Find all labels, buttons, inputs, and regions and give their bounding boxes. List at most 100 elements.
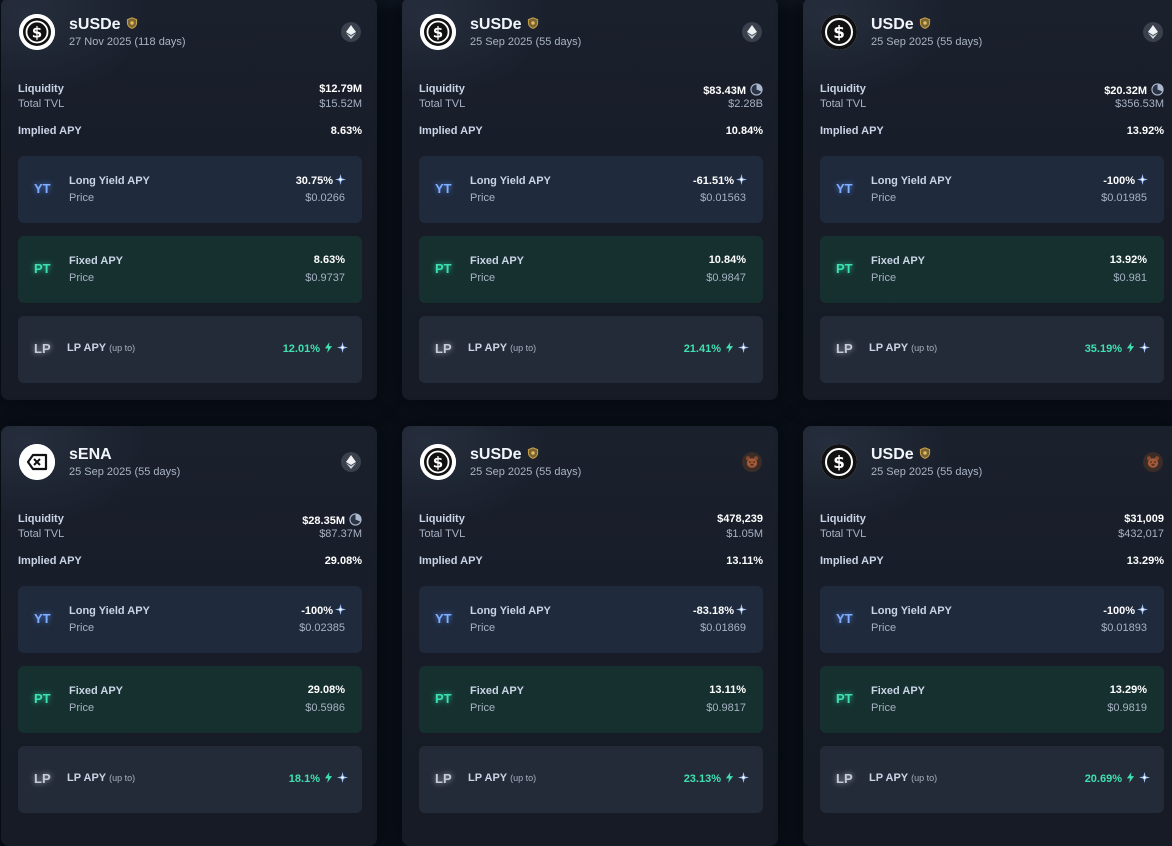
total-tvl-value: $356.53M [1115,98,1164,110]
bolt-icon [1126,342,1135,356]
svg-text:$: $ [833,453,845,473]
implied-apy-row: Implied APY 13.92% [820,125,1164,137]
verified-shield-icon [527,16,539,34]
yt-tag: YT [435,181,452,196]
lp-apy-box[interactable]: LP LP APY (up to) 20.69% [820,746,1164,813]
long-yield-apy-value: 30.75% [295,175,333,187]
fixed-apy-box[interactable]: PT Fixed APY Price 8.63% $0.9737 [18,236,362,303]
fixed-apy-label: Fixed APY [871,255,925,267]
verified-shield-icon [126,16,138,34]
liquidity-value: $20.32M [1104,85,1147,97]
fixed-apy-label: Fixed APY [69,255,123,267]
lp-apy-label: LP APY [468,342,508,354]
lp-apy-value: 35.19% [1084,343,1122,355]
long-yield-label: Long Yield APY [470,605,551,617]
lp-apy-box[interactable]: LP LP APY (up to) 18.1% [18,746,362,813]
total-tvl-row: Total TVL $432,017 [820,528,1164,540]
fixed-apy-box[interactable]: PT Fixed APY Price 10.84% $0.9847 [419,236,763,303]
sparkle-icon [736,174,747,188]
market-grid: $ sUSDe 27 Nov 2025 (118 days) Liquidity… [0,0,1172,846]
long-yield-box[interactable]: YT Long Yield APY Price -100% $0.01893 [820,586,1164,653]
liquidity-value: $478,239 [717,513,763,525]
yt-price-value: $0.02385 [299,622,345,634]
sparkle-icon [337,772,348,786]
lp-apy-box[interactable]: LP LP APY (up to) 35.19% [820,316,1164,383]
total-tvl-row: Total TVL $1.05M [419,528,763,540]
long-yield-box[interactable]: YT Long Yield APY Price -100% $0.02385 [18,586,362,653]
total-tvl-label: Total TVL [419,528,466,540]
sparkle-icon [1139,772,1150,786]
total-tvl-value: $87.37M [319,528,362,540]
total-tvl-row: Total TVL $356.53M [820,98,1164,110]
fixed-apy-value: 10.84% [708,254,746,266]
bolt-icon [725,772,734,786]
implied-apy-label: Implied APY [419,555,483,567]
market-card-usde[interactable]: $ USDe 25 Sep 2025 (55 days) Liquidity $… [803,0,1172,400]
yt-price-label: Price [69,192,95,204]
pt-tag: PT [34,691,51,706]
maturity-date: 25 Sep 2025 (55 days) [470,466,582,478]
yt-price-label: Price [871,622,897,634]
fixed-apy-value: 13.92% [1109,254,1147,266]
susde-logo-icon: $ [19,14,55,50]
implied-apy-row: Implied APY 8.63% [18,125,362,137]
total-tvl-row: Total TVL $2.28B [419,98,763,110]
fixed-apy-label: Fixed APY [470,255,524,267]
liquidity-label: Liquidity [419,83,465,95]
maturity-date: 25 Sep 2025 (55 days) [470,36,582,48]
fixed-apy-box[interactable]: PT Fixed APY Price 13.92% $0.981 [820,236,1164,303]
lp-apy-value: 23.13% [683,773,721,785]
market-card-sena[interactable]: sENA 25 Sep 2025 (55 days) Liquidity $28… [1,426,377,846]
svg-text:$: $ [833,23,845,43]
card-header: $ USDe 25 Sep 2025 (55 days) [821,14,1167,54]
lp-tag: LP [836,771,853,786]
fixed-apy-value: 13.29% [1109,684,1147,696]
sena-logo-icon [19,444,55,480]
long-yield-box[interactable]: YT Long Yield APY Price -100% $0.01985 [820,156,1164,223]
lp-apy-box[interactable]: LP LP APY (up to) 12.01% [18,316,362,383]
total-tvl-label: Total TVL [820,528,867,540]
lp-tag: LP [435,341,452,356]
fixed-apy-box[interactable]: PT Fixed APY Price 13.29% $0.9819 [820,666,1164,733]
maturity-date: 27 Nov 2025 (118 days) [69,36,186,48]
sparkle-icon [337,342,348,356]
yt-tag: YT [435,611,452,626]
pt-price-value: $0.9737 [305,272,345,284]
fixed-apy-box[interactable]: PT Fixed APY Price 13.11% $0.9817 [419,666,763,733]
market-card-susde[interactable]: $ sUSDe 27 Nov 2025 (118 days) Liquidity… [1,0,377,400]
lp-up-to-label: (up to) [109,773,136,783]
liquidity-row: Liquidity $28.35M [18,513,362,527]
fixed-apy-label: Fixed APY [69,685,123,697]
maturity-date: 25 Sep 2025 (55 days) [871,466,983,478]
liquidity-label: Liquidity [820,513,866,525]
pt-tag: PT [836,261,853,276]
fixed-apy-box[interactable]: PT Fixed APY Price 29.08% $0.5986 [18,666,362,733]
market-card-usde[interactable]: $ USDe 25 Sep 2025 (55 days) Liquidity $… [803,426,1172,846]
ethereum-icon [742,22,762,42]
implied-apy-value: 13.29% [1126,555,1164,567]
yt-price-label: Price [69,622,95,634]
yt-price-value: $0.01893 [1101,622,1147,634]
long-yield-box[interactable]: YT Long Yield APY Price -83.18% $0.01869 [419,586,763,653]
market-card-susde[interactable]: $ sUSDe 25 Sep 2025 (55 days) Liquidity … [402,0,778,400]
lp-apy-value: 20.69% [1084,773,1122,785]
long-yield-box[interactable]: YT Long Yield APY Price -61.51% $0.01563 [419,156,763,223]
sparkle-icon [738,772,749,786]
long-yield-label: Long Yield APY [470,175,551,187]
svg-text:$: $ [32,24,42,42]
implied-apy-label: Implied APY [820,555,884,567]
susde-logo-icon: $ [420,14,456,50]
lp-tag: LP [34,341,51,356]
lp-apy-box[interactable]: LP LP APY (up to) 21.41% [419,316,763,383]
market-card-susde[interactable]: $ sUSDe 25 Sep 2025 (55 days) Liquidity … [402,426,778,846]
fixed-apy-label: Fixed APY [470,685,524,697]
liquidity-pie-icon [349,513,362,529]
lp-apy-box[interactable]: LP LP APY (up to) 23.13% [419,746,763,813]
liquidity-value: $83.43M [703,85,746,97]
long-yield-box[interactable]: YT Long Yield APY Price 30.75% $0.0266 [18,156,362,223]
card-header: $ sUSDe 27 Nov 2025 (118 days) [19,14,365,54]
lp-apy-label: LP APY [67,772,107,784]
pt-price-label: Price [871,272,897,284]
yt-tag: YT [836,611,853,626]
liquidity-row: Liquidity $20.32M [820,83,1164,97]
